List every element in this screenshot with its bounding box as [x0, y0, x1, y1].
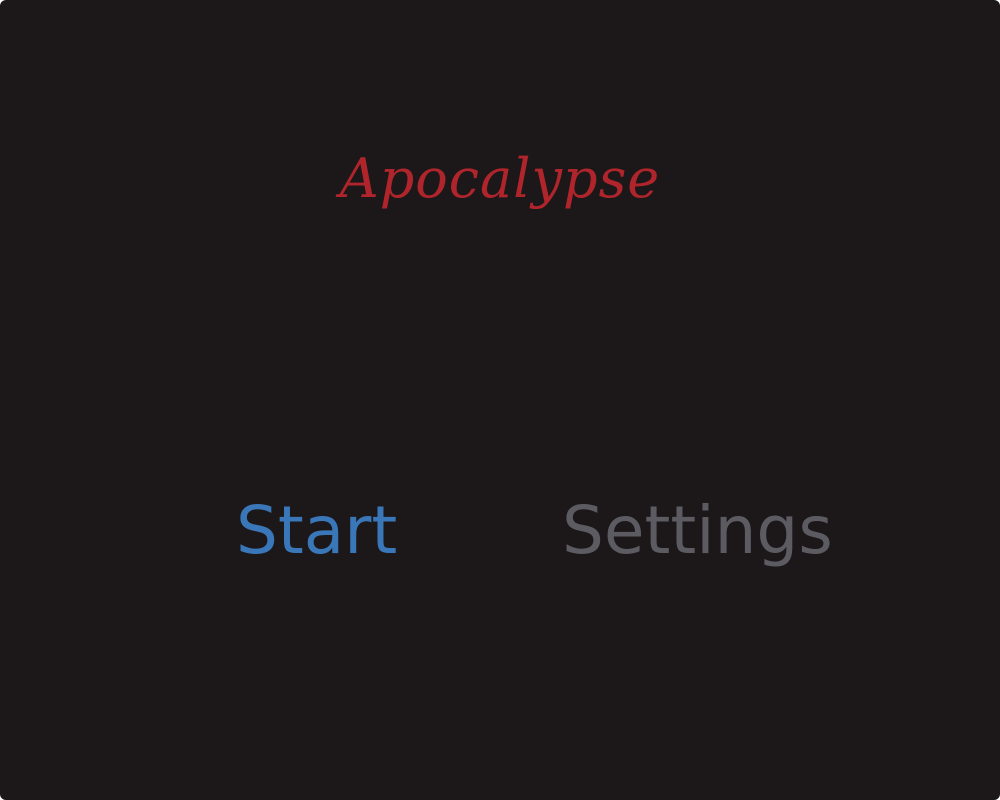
settings-button[interactable]: Settings [562, 498, 833, 564]
game-title: Apocalypse [339, 147, 661, 210]
game-main-menu: Apocalypse Start Settings [0, 0, 1000, 800]
start-button[interactable]: Start [236, 498, 397, 564]
